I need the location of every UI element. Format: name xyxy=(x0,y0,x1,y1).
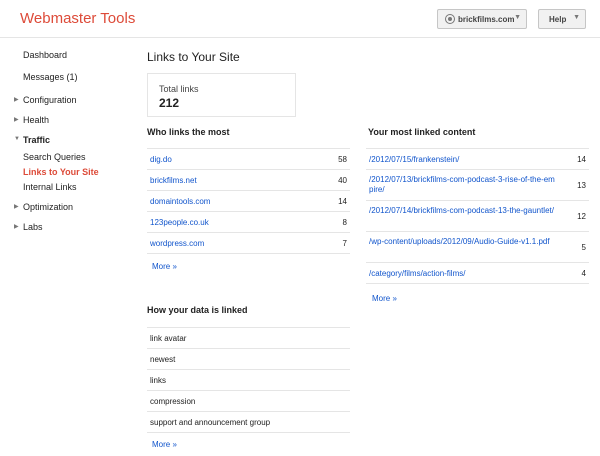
sidebar-item-label: Optimization xyxy=(23,202,74,212)
who-links-title: Who links the most xyxy=(147,127,230,137)
link-count: 14 xyxy=(577,155,586,164)
link-count: 5 xyxy=(581,243,586,252)
total-links-label: Total links xyxy=(159,84,199,94)
page-link[interactable]: /2012/07/13/brickfilms-com-podcast-3-ris… xyxy=(369,175,559,195)
anchor-text: links xyxy=(150,376,167,385)
sidebar-item-label: Configuration xyxy=(23,95,77,105)
link-count: 58 xyxy=(338,155,347,164)
expand-arrow-icon: ▶ xyxy=(14,97,19,103)
link-count: 13 xyxy=(577,181,586,190)
anchor-text: link avatar xyxy=(150,334,187,343)
domain-link[interactable]: brickfilms.net xyxy=(150,176,197,186)
anchor-text: newest xyxy=(150,355,176,364)
sidebar-item-configuration[interactable]: ▶ Configuration xyxy=(14,95,77,105)
page-link[interactable]: /2012/07/14/brickfilms-com-podcast-13-th… xyxy=(369,206,554,216)
link-count: 12 xyxy=(577,212,586,221)
link-count: 40 xyxy=(338,176,347,185)
sidebar-item-labs[interactable]: ▶ Labs xyxy=(14,222,43,232)
sidebar-item-label: Labs xyxy=(23,222,43,232)
table-row: wordpress.com 7 xyxy=(147,233,350,254)
table-row: /2012/07/13/brickfilms-com-podcast-3-ris… xyxy=(366,170,589,201)
domain-link[interactable]: dig.do xyxy=(150,155,172,165)
sidebar-item-label: Health xyxy=(23,115,50,125)
help-button[interactable]: Help ▼ xyxy=(538,9,586,29)
link-count: 14 xyxy=(338,197,347,206)
site-selector-label: brickfilms.com xyxy=(458,15,515,24)
sidebar-item-label: Traffic xyxy=(23,135,51,145)
table-row: /2012/07/14/brickfilms-com-podcast-13-th… xyxy=(366,201,589,232)
domain-link[interactable]: wordpress.com xyxy=(150,239,204,249)
table-row: link avatar xyxy=(147,328,350,349)
table-row: brickfilms.net 40 xyxy=(147,170,350,191)
total-links-card: Total links 212 xyxy=(147,73,296,117)
who-links-table: dig.do 58 brickfilms.net 40 domaintools.… xyxy=(147,148,350,254)
site-icon xyxy=(445,14,455,24)
sidebar: Dashboard Messages (1) ▶ Configuration ▶… xyxy=(0,38,135,456)
chevron-down-icon: ▼ xyxy=(573,14,580,21)
table-row: support and announcement group xyxy=(147,412,350,433)
expand-arrow-icon: ▶ xyxy=(14,204,19,210)
total-links-value: 212 xyxy=(159,96,180,110)
sidebar-item-messages[interactable]: Messages (1) xyxy=(23,72,78,82)
link-count: 4 xyxy=(581,269,586,278)
how-linked-more-link[interactable]: More » xyxy=(152,440,177,449)
expand-arrow-icon: ▶ xyxy=(14,117,19,123)
sidebar-item-internal-links[interactable]: Internal Links xyxy=(23,182,77,192)
table-row: links xyxy=(147,370,350,391)
anchor-text: support and announcement group xyxy=(150,418,271,427)
table-row: /category/films/action-films/ 4 xyxy=(366,263,589,284)
site-selector[interactable]: brickfilms.com ▼ xyxy=(437,9,527,29)
domain-link[interactable]: domaintools.com xyxy=(150,197,210,207)
most-linked-title: Your most linked content xyxy=(368,127,476,137)
sidebar-item-search-queries[interactable]: Search Queries xyxy=(23,152,86,162)
table-row: compression xyxy=(147,391,350,412)
help-label: Help xyxy=(549,15,567,24)
table-row: /2012/07/15/frankenstein/ 14 xyxy=(366,149,589,170)
page-link[interactable]: /2012/07/15/frankenstein/ xyxy=(369,155,549,165)
most-linked-table: /2012/07/15/frankenstein/ 14 /2012/07/13… xyxy=(366,148,589,284)
link-count: 8 xyxy=(342,218,347,227)
link-count: 7 xyxy=(342,239,347,248)
table-row: 123people.co.uk 8 xyxy=(147,212,350,233)
table-row: dig.do 58 xyxy=(147,149,350,170)
page-link[interactable]: /wp-content/uploads/2012/09/Audio-Guide-… xyxy=(369,237,564,247)
table-row: /wp-content/uploads/2012/09/Audio-Guide-… xyxy=(366,232,589,263)
top-header: Webmaster Tools brickfilms.com ▼ Help ▼ xyxy=(0,0,600,38)
sidebar-item-health[interactable]: ▶ Health xyxy=(14,115,50,125)
page-link[interactable]: /category/films/action-films/ xyxy=(369,269,549,279)
sidebar-item-optimization[interactable]: ▶ Optimization xyxy=(14,202,74,212)
expand-arrow-icon: ▶ xyxy=(14,224,19,230)
sidebar-item-links-to-your-site[interactable]: Links to Your Site xyxy=(23,167,99,177)
collapse-arrow-icon: ▼ xyxy=(14,136,20,142)
how-linked-title: How your data is linked xyxy=(147,305,248,315)
table-row: newest xyxy=(147,349,350,370)
page-title: Links to Your Site xyxy=(147,50,240,64)
table-row: domaintools.com 14 xyxy=(147,191,350,212)
sidebar-item-dashboard[interactable]: Dashboard xyxy=(23,50,67,60)
anchor-text: compression xyxy=(150,397,196,406)
domain-link[interactable]: 123people.co.uk xyxy=(150,218,209,228)
who-links-more-link[interactable]: More » xyxy=(152,262,177,271)
how-linked-table: link avatar newest links compression sup… xyxy=(147,327,350,433)
app-title[interactable]: Webmaster Tools xyxy=(20,10,135,27)
most-linked-more-link[interactable]: More » xyxy=(372,294,397,303)
sidebar-item-traffic[interactable]: ▼ Traffic xyxy=(14,135,51,145)
chevron-down-icon: ▼ xyxy=(514,14,521,21)
